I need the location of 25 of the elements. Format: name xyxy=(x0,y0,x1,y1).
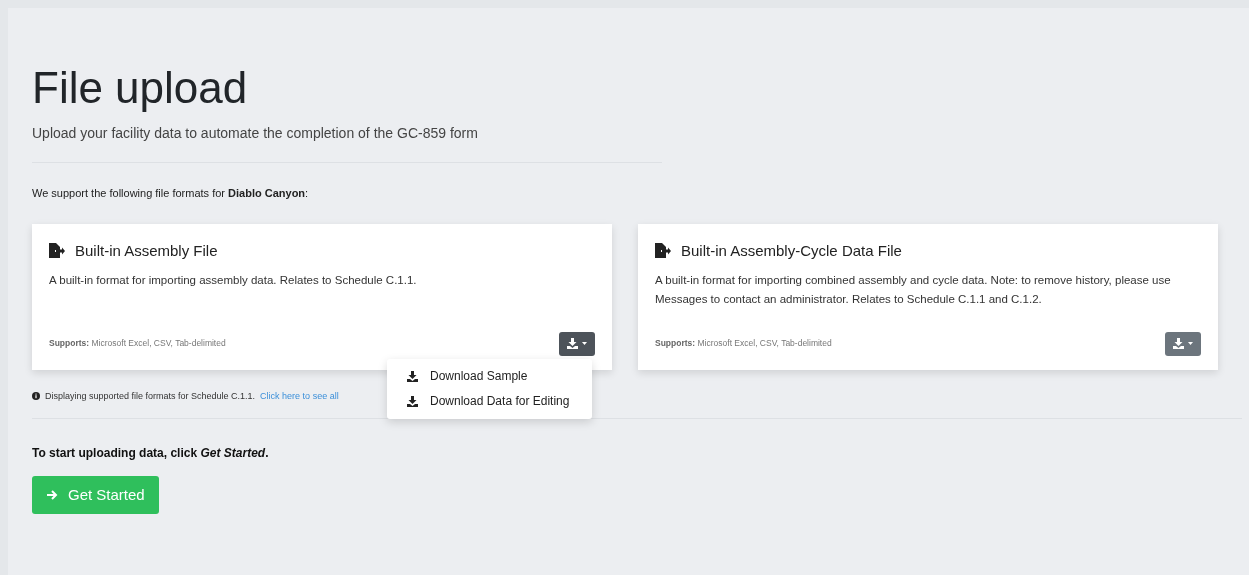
caret-icon xyxy=(582,342,587,345)
page-subtitle: Upload your facility data to automate the completion of the GC-859 form xyxy=(32,124,478,143)
download-icon xyxy=(1173,338,1184,349)
intro-text: We support the following file formats for Diablo Canyon: xyxy=(32,186,309,201)
menu-item[interactable]: Download Data for Editing xyxy=(387,388,592,414)
download-icon xyxy=(567,338,578,349)
start-instruction: To start uploading data, click Get Started. xyxy=(32,445,269,462)
download-icon xyxy=(407,370,418,382)
card-description: A built-in format for importing combined assembly and cycle data. Note: to remove history, please use Messages to contact an administrator. Relates to Schedule C.1.1 and C.1.2. xyxy=(655,273,1172,307)
download-dropdown-button[interactable] xyxy=(1165,331,1201,356)
arrow-right-icon xyxy=(46,489,58,501)
file-import-icon xyxy=(49,243,65,259)
info-icon xyxy=(32,392,40,401)
menu-item[interactable]: Download Sample xyxy=(387,363,592,389)
page-title: File upload xyxy=(32,66,248,110)
file-import-icon xyxy=(655,243,671,259)
card-title: Built-in Assembly File xyxy=(75,240,218,261)
card-title: Built-in Assembly-Cycle Data File xyxy=(681,240,902,261)
supports-text: Supports: Microsoft Excel, CSV, Tab-delimited xyxy=(49,337,226,350)
supports-text: Supports: Microsoft Excel, CSV, Tab-delimited xyxy=(655,337,832,350)
download-icon xyxy=(407,395,418,407)
caret-icon xyxy=(1188,342,1193,345)
download-dropdown-button[interactable] xyxy=(559,331,595,356)
info-text: Displaying supported file formats for Schedule C.1.1. xyxy=(45,389,256,403)
card-description: A built-in format for importing assembly data. Relates to Schedule C.1.1. xyxy=(49,273,418,288)
